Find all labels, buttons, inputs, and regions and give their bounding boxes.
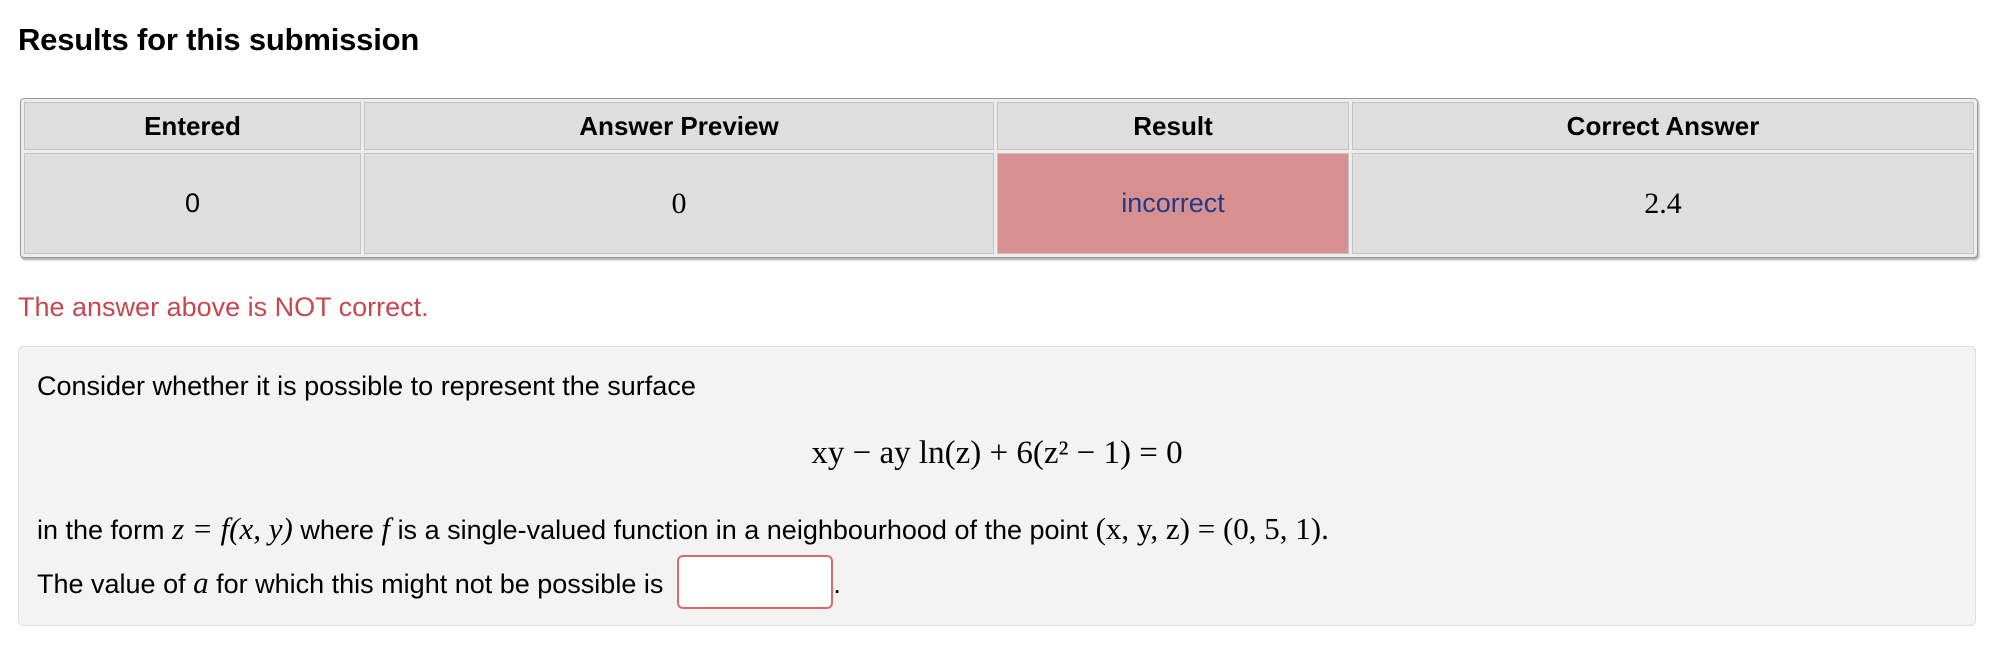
problem-statement: Consider whether it is possible to repre… — [18, 346, 1976, 626]
answer-suffix: . — [833, 569, 841, 600]
point-expression: (x, y, z) = (0, 5, 1). — [1095, 511, 1329, 546]
question-text-1: The value of — [37, 569, 186, 600]
condition-text-1: in the form — [37, 515, 165, 545]
column-header-correct-answer: Correct Answer — [1352, 102, 1974, 150]
column-header-result: Result — [997, 102, 1349, 150]
surface-equation: xy − ay ln(z) + 6(z² − 1) = 0 — [811, 435, 1183, 471]
parameter-symbol: a — [193, 565, 209, 601]
function-symbol: f — [381, 511, 391, 546]
feedback-message: The answer above is NOT correct. — [18, 292, 429, 322]
correct-answer-cell: 2.4 — [1352, 153, 1974, 254]
condition-text-2: where — [300, 515, 374, 545]
table-row: 0 0 incorrect 2.4 — [24, 153, 1974, 254]
answer-input[interactable] — [677, 555, 834, 609]
answer-preview-cell: 0 — [364, 153, 994, 254]
results-header-row: Entered Answer Preview Result Correct An… — [24, 102, 1974, 150]
problem-intro: Consider whether it is possible to repre… — [37, 371, 696, 401]
condition-text-3: is a single-valued function in a neighbo… — [397, 515, 1089, 545]
results-heading: Results for this submission — [18, 22, 420, 57]
column-header-entered: Entered — [24, 102, 361, 150]
form-expression: z = f(x, y) — [172, 511, 293, 546]
problem-condition: in the form z = f(x, y) where f is a sin… — [37, 511, 1329, 547]
column-header-answer-preview: Answer Preview — [364, 102, 994, 150]
entered-cell: 0 — [24, 153, 361, 254]
problem-question: The value of a for which this might not … — [37, 555, 841, 613]
question-text-2: for which this might not be possible is — [216, 569, 664, 600]
result-cell-incorrect: incorrect — [997, 153, 1349, 254]
results-table: Entered Answer Preview Result Correct An… — [20, 98, 1978, 258]
